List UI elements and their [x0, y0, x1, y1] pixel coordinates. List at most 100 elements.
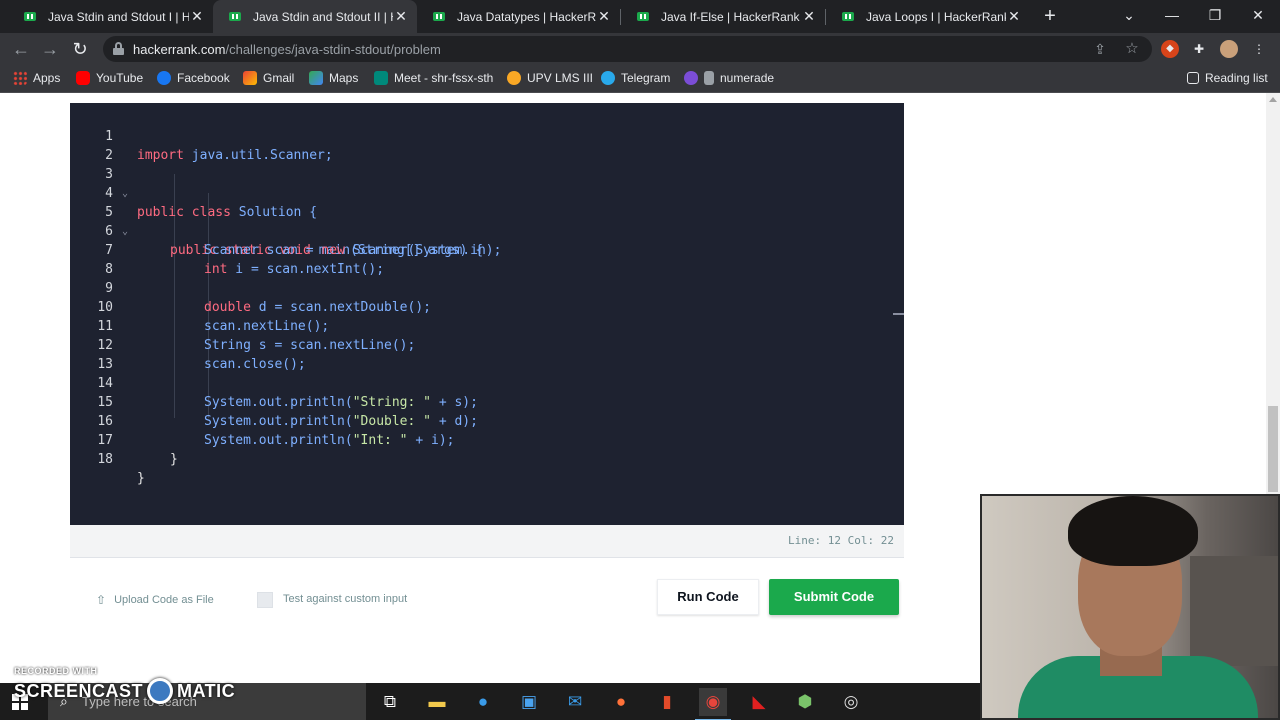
reading-list-icon: [1187, 72, 1199, 84]
scroll-up-icon[interactable]: [1269, 97, 1277, 102]
code-line-3: 3 ⌄ public class Solution {: [70, 146, 904, 220]
code-text: }: [137, 471, 145, 486]
store-icon[interactable]: ▣: [515, 688, 543, 716]
cursor-position: Line: 12 Col: 22: [788, 534, 894, 547]
watermark-text-left: SCREENCAST: [14, 680, 144, 701]
bookmark-apps[interactable]: Apps: [13, 71, 60, 85]
tab-title: Java Datatypes | HackerRank: [457, 9, 596, 24]
code-text: }: [170, 452, 178, 467]
tab-search-icon[interactable]: ⌄: [1107, 0, 1151, 33]
webcam-overlay: [980, 494, 1280, 720]
code-line-17: 17 }: [70, 412, 904, 467]
custom-input-label: Test against custom input: [283, 593, 408, 605]
close-tab-icon[interactable]: ✕: [1006, 8, 1022, 25]
telegram-icon: [601, 71, 615, 85]
upload-code-link[interactable]: ⇧ Upload Code as File: [96, 593, 214, 607]
bookmark-star-icon[interactable]: ☆: [1123, 40, 1141, 58]
minimize-icon[interactable]: —: [1150, 0, 1194, 33]
close-tab-icon[interactable]: ✕: [393, 8, 409, 25]
hackerrank-favicon-icon: [227, 9, 243, 25]
task-view-icon[interactable]: ⧉: [376, 688, 404, 716]
tab-datatypes[interactable]: Java Datatypes | HackerRank ✕: [417, 0, 620, 33]
upv-lms-icon: [507, 71, 521, 85]
close-tab-icon[interactable]: ✕: [801, 8, 817, 25]
bookmark-label: Maps: [329, 71, 359, 85]
bookmark-youtube[interactable]: YouTube: [76, 71, 143, 85]
share-icon[interactable]: ⇪: [1091, 40, 1109, 58]
edge-icon[interactable]: ●: [469, 688, 497, 716]
screen: Java Stdin and Stdout I | HackerRank ✕ J…: [0, 0, 1280, 720]
apps-grid-icon: [13, 71, 27, 85]
reading-list[interactable]: Reading list: [1187, 71, 1268, 85]
address-bar[interactable]: hackerrank.com/challenges/java-stdin-std…: [103, 36, 1152, 62]
profile-avatar[interactable]: [1220, 40, 1238, 58]
upload-label: Upload Code as File: [114, 594, 214, 606]
back-icon[interactable]: ←: [9, 37, 33, 61]
bookmark-facebook[interactable]: Facebook: [157, 71, 230, 85]
reload-icon[interactable]: ↻: [68, 37, 92, 61]
scrollbar-thumb[interactable]: [1268, 406, 1278, 492]
run-code-button[interactable]: Run Code: [657, 579, 759, 615]
editor-status-bar: Line: 12 Col: 22: [70, 525, 904, 558]
bookmark-label: UPV LMS III: [527, 71, 594, 85]
acrobat-icon[interactable]: ◣: [745, 688, 773, 716]
screencast-logo-icon: [147, 678, 174, 704]
close-tab-icon[interactable]: ✕: [596, 8, 612, 25]
code-line-2: 2: [70, 127, 904, 163]
code-editor[interactable]: 1 import java.util.Scanner; 2 3 ⌄ public…: [70, 103, 904, 525]
extensions-puzzle-icon[interactable]: ✚: [1190, 40, 1208, 58]
menu-kebab-icon[interactable]: ⋮: [1250, 40, 1268, 58]
facebook-icon: [157, 71, 171, 85]
url-text: hackerrank.com/challenges/java-stdin-std…: [133, 42, 441, 57]
code-line-14: 14 System.out.println("String: " + s);: [70, 355, 904, 410]
tab-stdin-stdout-2[interactable]: Java Stdin and Stdout II | HackerRank ✕: [213, 0, 417, 33]
tab-if-else[interactable]: Java If-Else | HackerRank ✕: [621, 0, 825, 33]
bookmark-meet[interactable]: Meet - shr-fssx-sth: [374, 71, 493, 85]
new-tab-icon[interactable]: +: [1039, 5, 1061, 27]
tab-strip: Java Stdin and Stdout I | HackerRank ✕ J…: [0, 0, 1280, 33]
firefox-icon[interactable]: ●: [607, 688, 635, 716]
forward-icon[interactable]: →: [38, 37, 62, 61]
tab-title: Java Loops I | HackerRank: [866, 9, 1006, 24]
recorder-icon[interactable]: ◎: [837, 688, 865, 716]
maps-icon: [309, 71, 323, 85]
hackerrank-favicon-icon: [635, 9, 651, 25]
bookmark-gmail[interactable]: Gmail: [243, 71, 294, 85]
chrome-icon[interactable]: ◉: [695, 688, 731, 720]
upload-icon: ⇧: [96, 593, 107, 607]
code-line-13: 13: [70, 336, 904, 372]
mail-icon[interactable]: ✉: [561, 688, 589, 716]
restore-icon[interactable]: ❐: [1193, 0, 1237, 33]
bookmark-label: Gmail: [263, 71, 295, 85]
tab-stdin-stdout-1[interactable]: Java Stdin and Stdout I | HackerRank ✕: [8, 0, 213, 33]
watermark-logo: SCREENCAST MATIC: [14, 678, 235, 704]
bookmark-label: Apps: [33, 71, 61, 85]
close-window-icon[interactable]: ✕: [1236, 0, 1280, 33]
code-line-8: 8: [70, 241, 904, 277]
code-line-12: 12 scan.close();: [70, 317, 904, 372]
youtube-icon: [76, 71, 90, 85]
code-line-4: 4: [70, 165, 904, 201]
submit-code-button[interactable]: Submit Code: [769, 579, 899, 615]
bookmark-maps[interactable]: Maps: [309, 71, 358, 85]
file-explorer-icon[interactable]: ▬: [423, 688, 451, 716]
close-tab-icon[interactable]: ✕: [189, 8, 205, 25]
bookmark-label: Facebook: [177, 71, 230, 85]
tab-title: Java If-Else | HackerRank: [661, 9, 800, 24]
tab-loops[interactable]: Java Loops I | HackerRank ✕: [826, 0, 1030, 33]
meet-icon: [374, 71, 388, 85]
numerade-logo-icon: [704, 71, 714, 85]
presenter-hair: [1068, 496, 1198, 566]
extension-icon[interactable]: ◆: [1161, 40, 1179, 58]
bookmark-telegram[interactable]: Telegram: [601, 71, 670, 85]
bookmark-upv-lms[interactable]: UPV LMS III: [507, 71, 593, 85]
lock-icon: [113, 42, 124, 55]
browser-toolbar: ← → ↻ hackerrank.com/challenges/java-std…: [0, 33, 1280, 65]
line-number: 18: [97, 452, 113, 467]
app-cube-icon[interactable]: ⬢: [791, 688, 819, 716]
custom-input-checkbox[interactable]: [257, 592, 273, 608]
office-icon[interactable]: ▮: [653, 688, 681, 716]
code-line-11: 11 String s = scan.nextLine();: [70, 298, 904, 353]
bookmark-numerade[interactable]: numerade: [684, 71, 774, 85]
tab-title: Java Stdin and Stdout I | HackerRank: [48, 9, 189, 24]
